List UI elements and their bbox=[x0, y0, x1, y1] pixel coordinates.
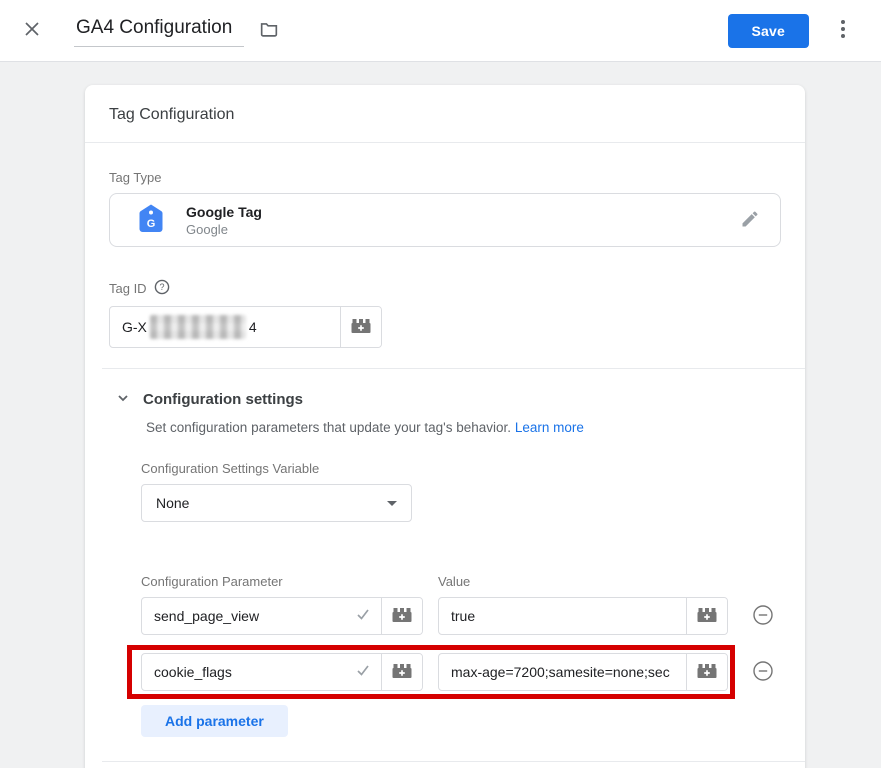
tag-type-name: Google Tag bbox=[186, 204, 262, 220]
more-vert-icon bbox=[831, 16, 855, 45]
parameter-value-input[interactable] bbox=[439, 654, 686, 690]
tag-id-variable-picker-button[interactable] bbox=[340, 307, 381, 347]
add-parameter-button[interactable]: Add parameter bbox=[141, 705, 288, 737]
close-icon bbox=[22, 19, 42, 42]
tag-type-selector[interactable]: G Google Tag Google bbox=[109, 193, 781, 247]
remove-parameter-button[interactable] bbox=[752, 660, 774, 685]
parameter-name-input[interactable] bbox=[142, 654, 381, 690]
save-button[interactable]: Save bbox=[728, 14, 810, 48]
tag-configuration-card: Tag Configuration Tag Type G Google Tag … bbox=[85, 85, 805, 768]
close-button[interactable] bbox=[16, 13, 48, 48]
help-icon[interactable]: ? bbox=[154, 279, 170, 298]
value-variable-picker-button[interactable] bbox=[686, 654, 727, 690]
tag-name-input[interactable]: GA4 Configuration bbox=[74, 15, 244, 47]
config-variable-value: None bbox=[156, 495, 189, 511]
edit-pencil-icon[interactable] bbox=[740, 209, 760, 232]
google-tag-icon: G bbox=[136, 202, 166, 239]
remove-parameter-button[interactable] bbox=[752, 604, 774, 629]
variable-brick-icon bbox=[351, 318, 371, 337]
parameter-field-group bbox=[141, 653, 423, 691]
parameter-row bbox=[141, 597, 781, 635]
parameter-row bbox=[141, 653, 781, 691]
value-field-group bbox=[438, 597, 728, 635]
tag-id-field-group: G-X 4 bbox=[109, 306, 382, 348]
tag-id-blurred-segment bbox=[150, 315, 246, 339]
config-variable-dropdown[interactable]: None bbox=[141, 484, 412, 522]
tag-type-label: Tag Type bbox=[109, 170, 781, 185]
parameter-field-group bbox=[141, 597, 423, 635]
variable-brick-icon bbox=[392, 663, 412, 682]
variable-brick-icon bbox=[697, 607, 717, 626]
value-column-label: Value bbox=[438, 574, 470, 589]
parameter-variable-picker-button[interactable] bbox=[381, 654, 422, 690]
learn-more-link[interactable]: Learn more bbox=[515, 420, 584, 435]
tag-id-prefix: G-X bbox=[122, 319, 147, 335]
parameter-variable-picker-button[interactable] bbox=[381, 598, 422, 634]
variable-brick-icon bbox=[392, 607, 412, 626]
configuration-settings-title: Configuration settings bbox=[143, 391, 303, 408]
svg-text:G: G bbox=[147, 218, 156, 230]
variable-brick-icon bbox=[697, 663, 717, 682]
tag-id-label: Tag ID bbox=[109, 281, 147, 296]
check-icon bbox=[354, 606, 372, 627]
config-variable-label: Configuration Settings Variable bbox=[141, 461, 781, 476]
parameter-value-input[interactable] bbox=[439, 598, 686, 634]
configuration-settings-description: Set configuration parameters that update… bbox=[146, 420, 781, 435]
card-title: Tag Configuration bbox=[85, 85, 805, 143]
section-divider bbox=[102, 761, 805, 762]
top-bar: GA4 Configuration Save bbox=[0, 0, 881, 62]
remove-circle-icon bbox=[752, 604, 774, 629]
more-menu-button[interactable] bbox=[825, 10, 861, 51]
chevron-down-icon bbox=[116, 391, 130, 408]
configuration-settings-toggle[interactable]: Configuration settings bbox=[109, 391, 781, 408]
tag-id-input[interactable]: G-X 4 bbox=[110, 307, 340, 347]
tag-type-vendor: Google bbox=[186, 222, 262, 237]
value-field-group bbox=[438, 653, 728, 691]
parameter-name-input[interactable] bbox=[142, 598, 381, 634]
tag-id-suffix: 4 bbox=[249, 319, 257, 335]
value-variable-picker-button[interactable] bbox=[686, 598, 727, 634]
dropdown-caret-icon bbox=[387, 501, 397, 506]
section-divider bbox=[102, 368, 805, 369]
folder-icon bbox=[258, 18, 280, 43]
parameter-column-label: Configuration Parameter bbox=[141, 574, 423, 589]
folder-button[interactable] bbox=[252, 12, 286, 49]
remove-circle-icon bbox=[752, 660, 774, 685]
check-icon bbox=[354, 662, 372, 683]
svg-text:?: ? bbox=[159, 282, 164, 292]
